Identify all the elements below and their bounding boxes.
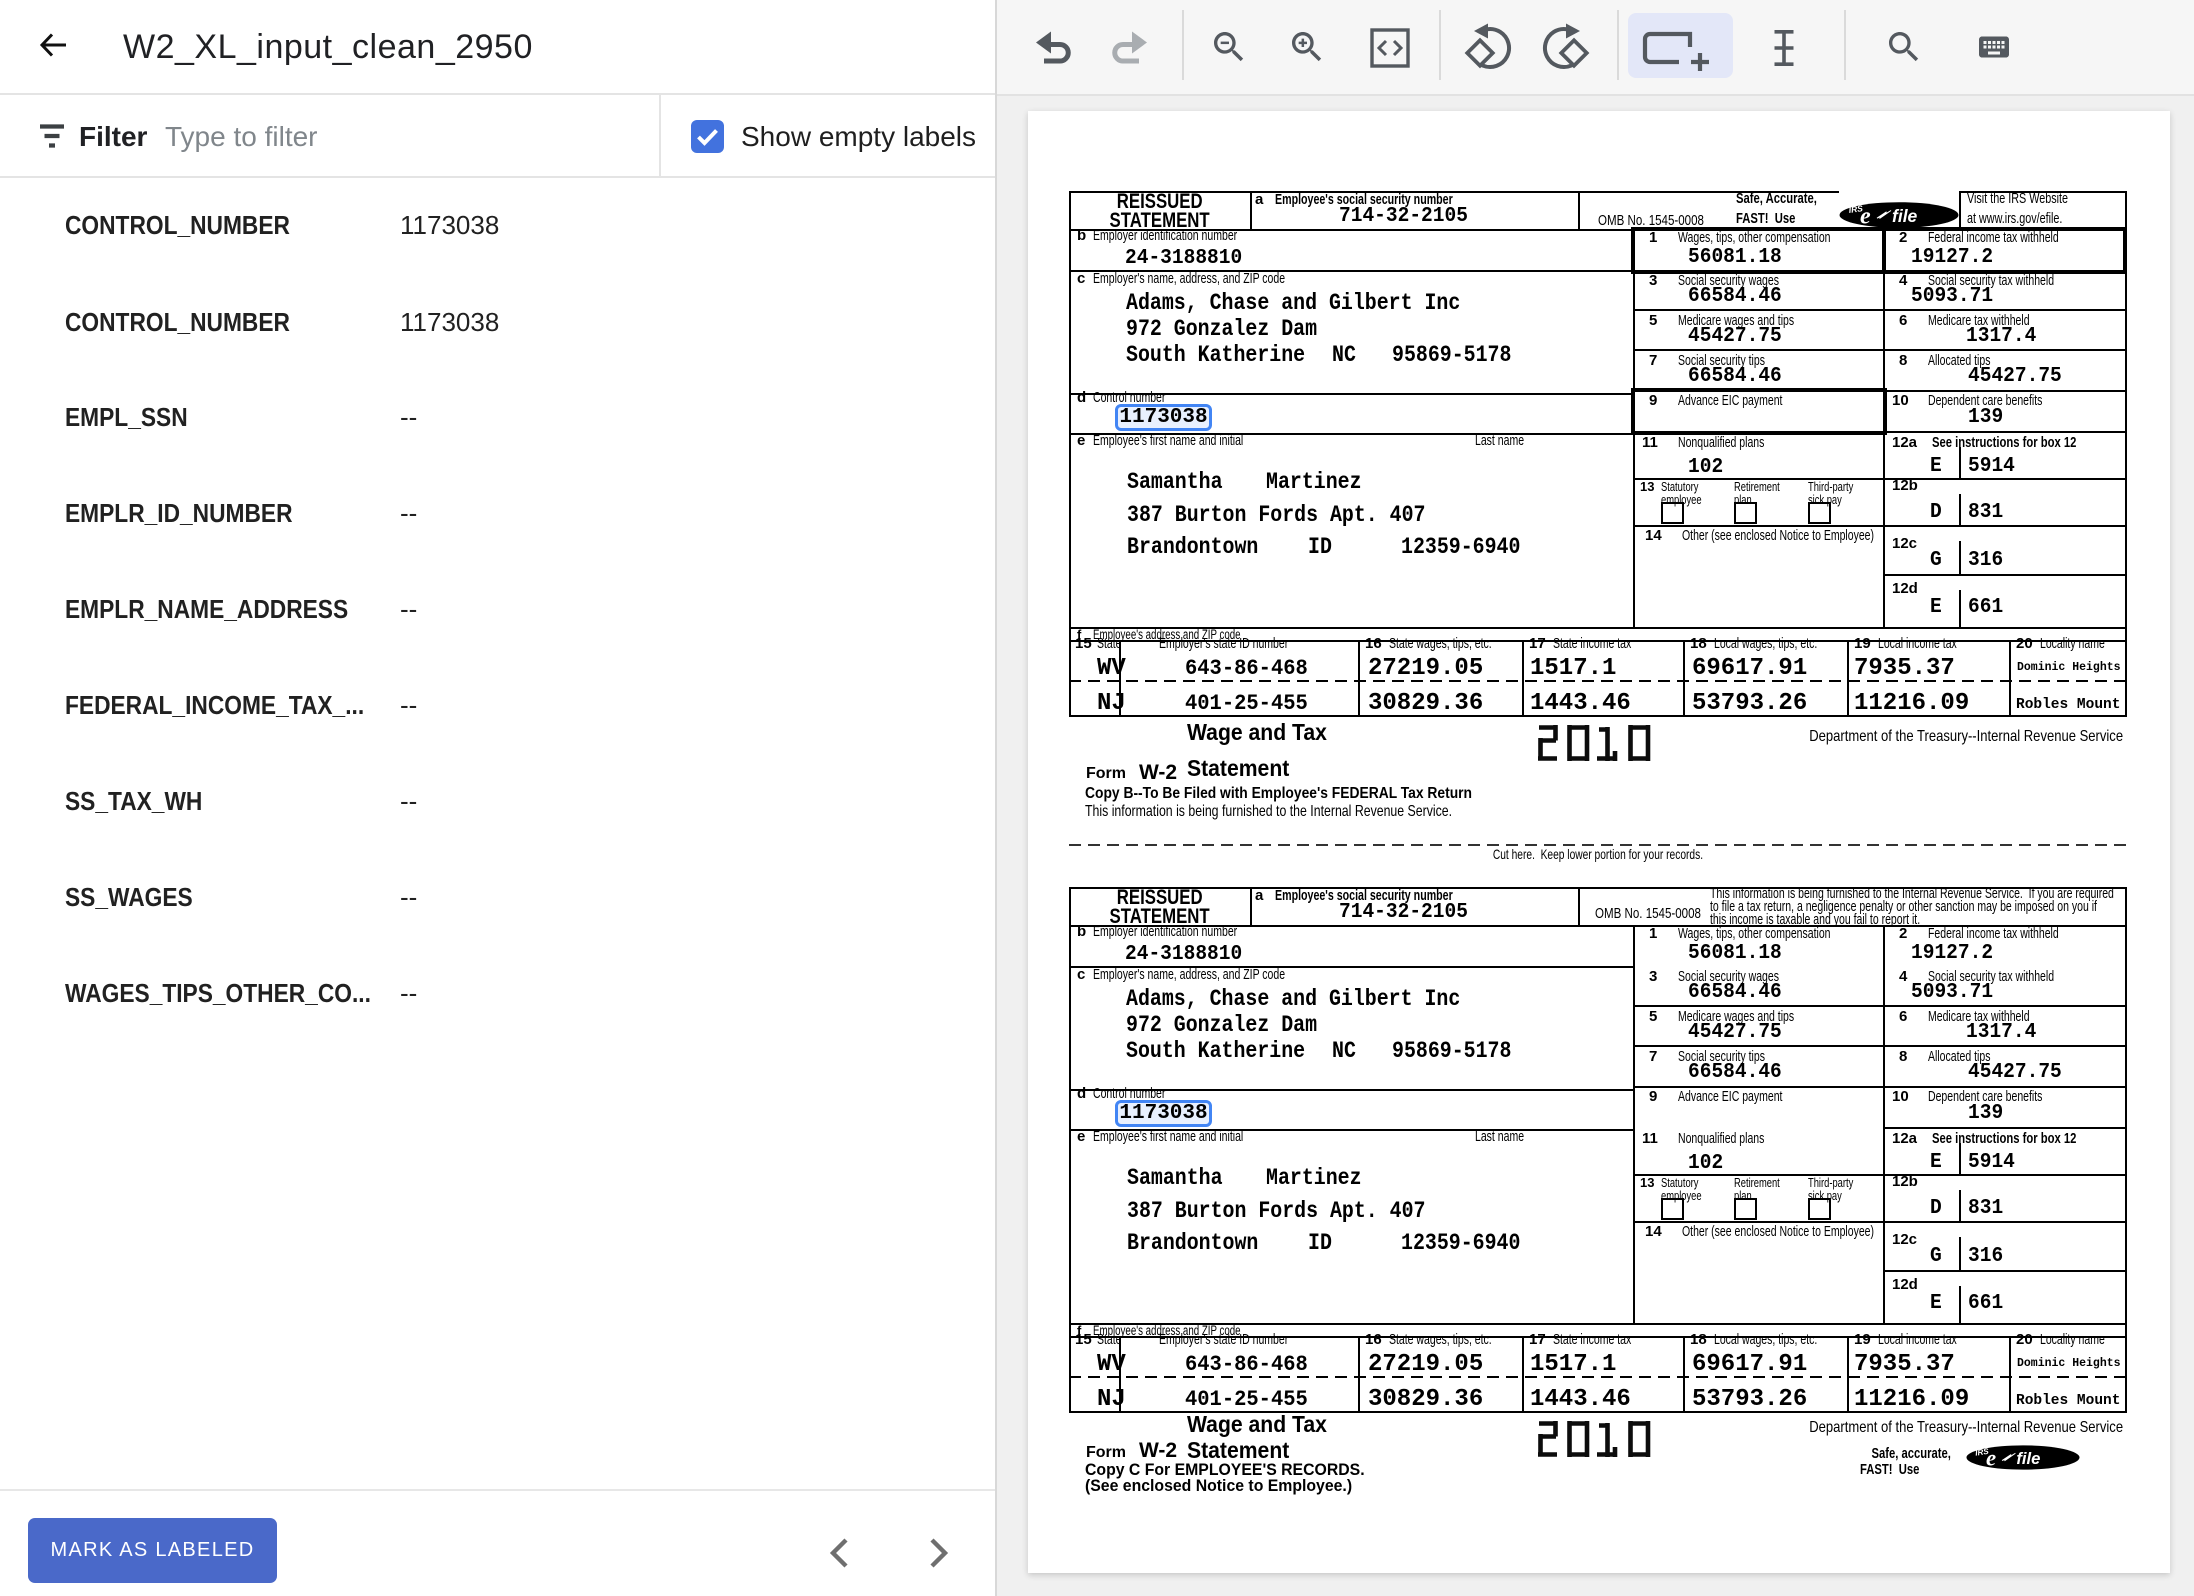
svg-text:file: file [2016,1449,2040,1468]
svg-text:e: e [1986,1446,1996,1471]
svg-text:file: file [1892,206,1918,226]
svg-text:e: e [1860,204,1871,229]
